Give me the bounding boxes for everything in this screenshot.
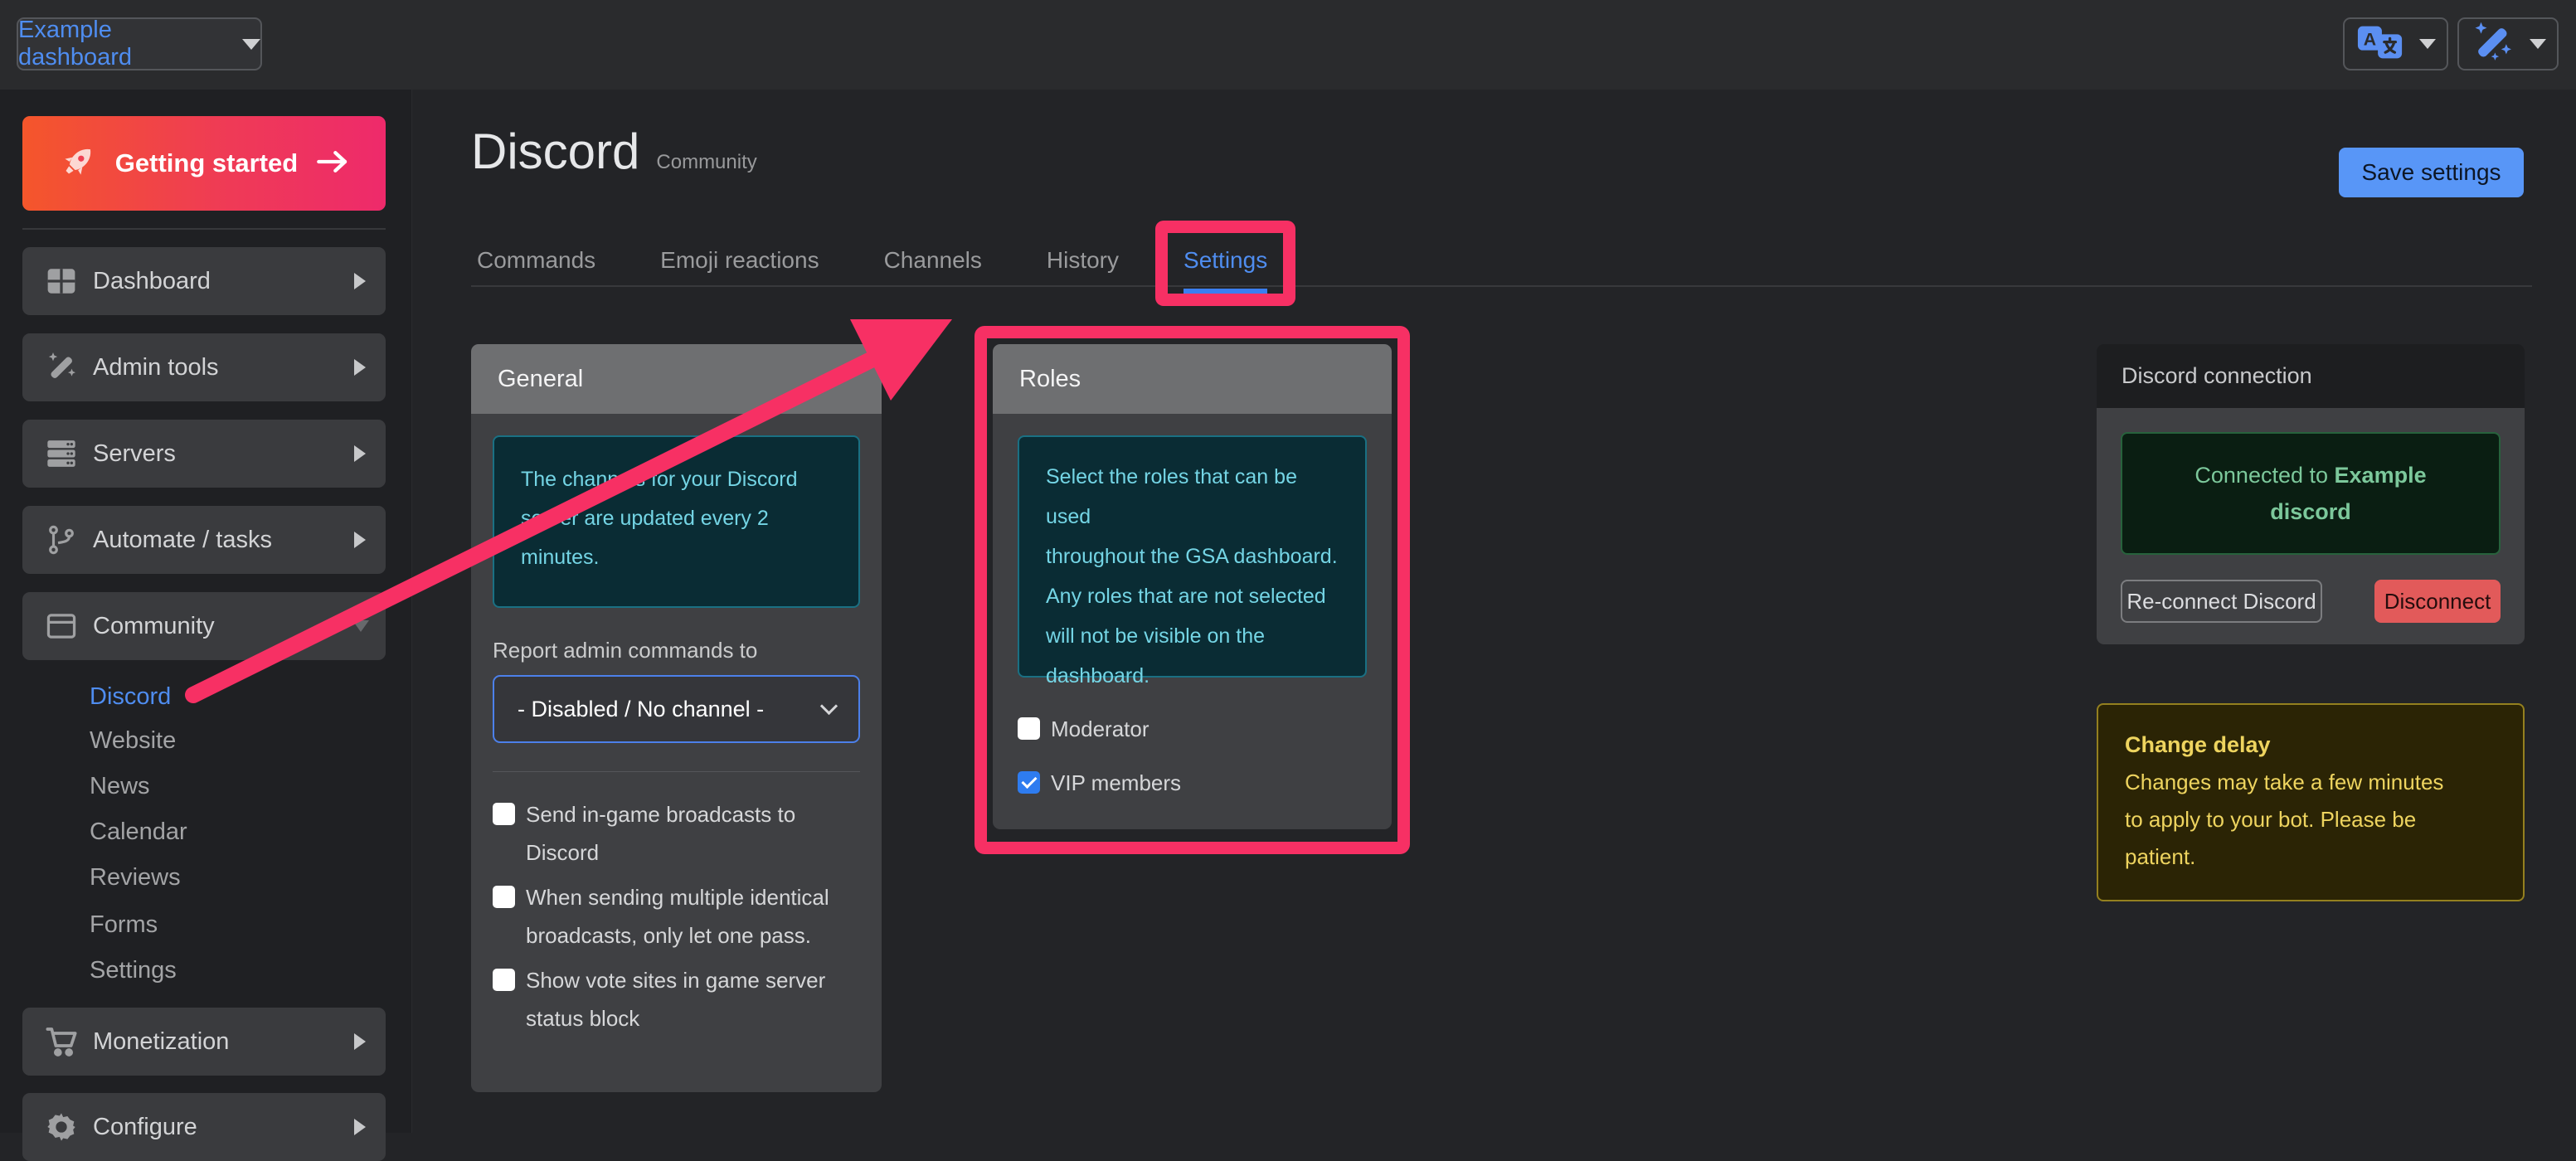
change-delay-body: Changes may take a few minutes to apply … bbox=[2125, 764, 2496, 876]
getting-started-label: Getting started bbox=[115, 148, 298, 178]
chevron-down-icon bbox=[2419, 39, 2436, 49]
roles-info-box: Select the roles that can be used throug… bbox=[1018, 435, 1367, 678]
change-delay-notice: Change delay Changes may take a few minu… bbox=[2097, 703, 2525, 901]
sidebar-subitem-news[interactable]: News bbox=[90, 770, 150, 803]
right-column: Discord connection Connected to Example … bbox=[2097, 344, 2525, 901]
page-title: Discord Community bbox=[471, 123, 757, 180]
broadcasts-checkbox[interactable] bbox=[493, 803, 515, 825]
connection-status-prefix: Connected to bbox=[2194, 463, 2334, 488]
discord-connection-body: Connected to Example discord Re-connect … bbox=[2097, 408, 2525, 644]
sidebar-subitem-forms[interactable]: Forms bbox=[90, 908, 158, 941]
report-admin-commands-label: Report admin commands to bbox=[493, 638, 860, 663]
checkbox-row-moderator[interactable]: Moderator bbox=[1018, 712, 1367, 746]
magic-wand-icon bbox=[43, 351, 80, 384]
sidebar-item-automate-tasks[interactable]: Automate / tasks bbox=[22, 506, 386, 574]
general-panel-header: General bbox=[471, 344, 882, 414]
sidebar-subitem-calendar[interactable]: Calendar bbox=[90, 815, 187, 848]
translate-icon: A bbox=[2356, 21, 2404, 68]
roles-panel-header: Roles bbox=[993, 344, 1392, 414]
arrow-right-icon bbox=[316, 148, 349, 179]
tabs-divider bbox=[471, 285, 2532, 287]
roles-panel-wrapper: Roles Select the roles that can be used … bbox=[993, 344, 1392, 829]
connection-status-box: Connected to Example discord bbox=[2121, 432, 2501, 555]
branch-icon bbox=[43, 524, 80, 556]
dashboard-grid-icon bbox=[43, 266, 80, 296]
sidebar-subitem-settings[interactable]: Settings bbox=[90, 954, 177, 987]
chevron-down-icon bbox=[2530, 39, 2546, 49]
window-icon bbox=[43, 611, 80, 641]
sidebar-item-admin-tools[interactable]: Admin tools bbox=[22, 333, 386, 401]
report-channel-selected-value: - Disabled / No channel - bbox=[518, 697, 764, 722]
checkbox-row-broadcasts[interactable]: Send in-game broadcasts to Discord bbox=[493, 795, 860, 872]
svg-text:A: A bbox=[2363, 29, 2375, 49]
save-settings-button[interactable]: Save settings bbox=[2339, 148, 2524, 197]
main-content: Discord Community Save settings Commands… bbox=[412, 90, 2576, 1133]
disconnect-button[interactable]: Disconnect bbox=[2374, 580, 2501, 623]
checkbox-row-vip-members[interactable]: VIP members bbox=[1018, 766, 1367, 799]
roles-panel-body: Select the roles that can be used throug… bbox=[993, 414, 1392, 829]
getting-started-button[interactable]: Getting started bbox=[22, 116, 386, 211]
theme-wizard-button[interactable] bbox=[2457, 17, 2559, 70]
chevron-right-icon bbox=[354, 1119, 366, 1135]
server-stack-icon bbox=[43, 437, 80, 470]
sidebar-divider bbox=[22, 228, 386, 230]
sidebar: Getting started Dashboard Admin tools bbox=[0, 90, 412, 1133]
change-delay-title: Change delay bbox=[2125, 726, 2496, 764]
identical-broadcasts-checkbox[interactable] bbox=[493, 886, 515, 908]
moderator-checkbox[interactable] bbox=[1018, 717, 1040, 740]
discord-connection-header: Discord connection bbox=[2097, 344, 2525, 408]
sidebar-subitem-reviews[interactable]: Reviews bbox=[90, 861, 181, 894]
reconnect-discord-button[interactable]: Re-connect Discord bbox=[2121, 580, 2322, 623]
page-title-text: Discord bbox=[471, 123, 639, 180]
tab-settings-label: Settings bbox=[1184, 247, 1267, 273]
chevron-right-icon bbox=[354, 273, 366, 289]
general-divider bbox=[493, 771, 860, 772]
connection-server-name-line2: discord bbox=[2270, 499, 2351, 524]
sidebar-subitem-discord[interactable]: Discord bbox=[90, 680, 171, 713]
magic-wand-icon bbox=[2470, 20, 2515, 69]
checkbox-row-vote-sites[interactable]: Show vote sites in game server status bl… bbox=[493, 961, 860, 1037]
general-info-box: The channels for your Discord server are… bbox=[493, 435, 860, 608]
chevron-right-icon bbox=[354, 359, 366, 376]
page-subtitle: Community bbox=[656, 151, 756, 174]
chevron-right-icon bbox=[354, 445, 366, 462]
report-channel-select[interactable]: - Disabled / No channel - bbox=[493, 675, 860, 743]
rocket-icon bbox=[59, 143, 97, 185]
general-panel: General The channels for your Discord se… bbox=[471, 344, 882, 1092]
vip-members-checkbox[interactable] bbox=[1018, 771, 1040, 794]
chevron-down-icon bbox=[820, 697, 838, 715]
chevron-down-icon bbox=[352, 620, 369, 632]
discord-connection-panel: Discord connection Connected to Example … bbox=[2097, 344, 2525, 644]
language-menu-button[interactable]: A bbox=[2343, 17, 2448, 70]
general-panel-body: The channels for your Discord server are… bbox=[471, 414, 882, 1092]
cart-icon bbox=[43, 1025, 80, 1058]
checkbox-row-identical-broadcasts[interactable]: When sending multiple identical broadcas… bbox=[493, 878, 860, 955]
workspace-switcher-button[interactable]: Example dashboard bbox=[17, 17, 262, 70]
gear-icon bbox=[43, 1110, 80, 1144]
sidebar-item-community[interactable]: Community bbox=[22, 592, 386, 660]
sidebar-item-dashboard[interactable]: Dashboard bbox=[22, 247, 386, 315]
sidebar-item-configure[interactable]: Configure bbox=[22, 1093, 386, 1161]
vote-sites-checkbox[interactable] bbox=[493, 969, 515, 991]
sidebar-item-servers[interactable]: Servers bbox=[22, 420, 386, 488]
workspace-name: Example dashboard bbox=[18, 17, 222, 71]
connection-server-name-line1: Example bbox=[2335, 463, 2427, 488]
topbar: Example dashboard A bbox=[0, 0, 2576, 90]
sidebar-item-monetization[interactable]: Monetization bbox=[22, 1008, 386, 1076]
roles-panel: Roles Select the roles that can be used … bbox=[993, 344, 1392, 829]
chevron-right-icon bbox=[354, 1033, 366, 1050]
chevron-right-icon bbox=[354, 532, 366, 548]
chevron-down-icon bbox=[242, 39, 260, 50]
sidebar-subitem-website[interactable]: Website bbox=[90, 724, 176, 757]
